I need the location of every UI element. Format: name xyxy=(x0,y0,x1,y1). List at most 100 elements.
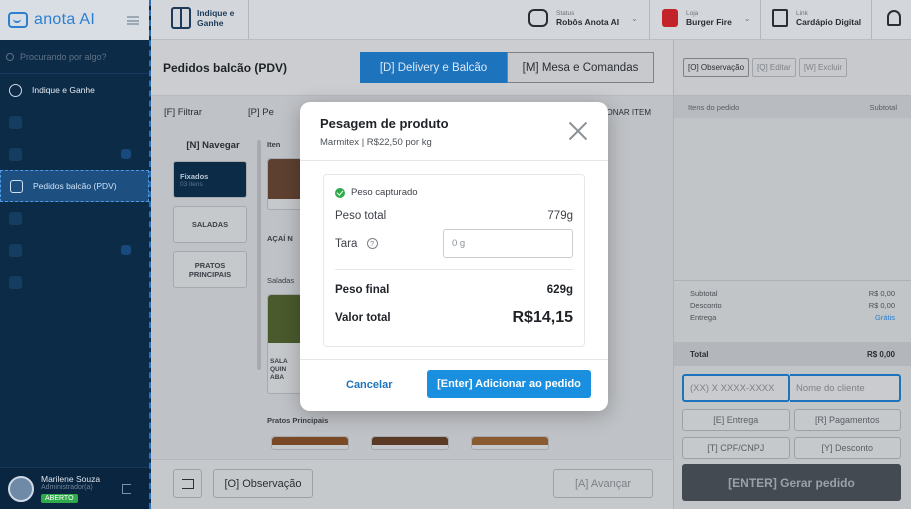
total-label: Total xyxy=(690,349,709,359)
product-image xyxy=(272,437,348,445)
items-label: Iten xyxy=(267,140,281,149)
line-value: R$ 0,00 xyxy=(868,289,895,298)
product-card[interactable] xyxy=(271,436,349,450)
digital-menu-link[interactable]: Link Cardápio Digital xyxy=(772,9,861,27)
table-icon xyxy=(9,211,22,225)
generate-order-button[interactable]: [ENTER] Gerar pedido xyxy=(682,464,901,501)
order-options: [E] Entrega [R] Pagamentos [T] CPF/CNPJ … xyxy=(682,409,901,459)
tara-input[interactable]: 0 g xyxy=(443,229,573,258)
modal-footer: Cancelar [Enter] Adicionar ao pedido xyxy=(300,359,608,411)
total-weight-row: Peso total 779g xyxy=(335,210,573,222)
observation-button[interactable]: [O] Observação xyxy=(213,469,313,498)
close-icon[interactable] xyxy=(568,121,588,141)
delete-action[interactable]: [W] Excluir xyxy=(798,58,848,77)
gift-icon xyxy=(171,7,191,29)
sidebar-item-5[interactable] xyxy=(0,234,149,266)
mode-tabs: [D] Delivery e Balcão [M] Mesa e Comanda… xyxy=(360,52,654,83)
sidebar-subitem-3[interactable] xyxy=(0,358,149,388)
divider xyxy=(248,0,249,39)
divider xyxy=(649,0,650,39)
product-image xyxy=(268,159,302,199)
user-role: Administrador(a) xyxy=(41,484,93,491)
divider xyxy=(335,269,573,270)
product-image xyxy=(372,437,448,445)
section-main-dishes: Pratos Principais xyxy=(267,416,329,425)
globe-icon xyxy=(9,83,22,97)
sidebar-search[interactable]: Procurando por algo? xyxy=(0,40,149,74)
product-card[interactable] xyxy=(471,436,549,450)
sidebar-item-refer[interactable]: Indique e Ganhe xyxy=(0,74,149,106)
tab-delivery[interactable]: [D] Delivery e Balcão xyxy=(360,52,507,83)
divider xyxy=(871,0,872,39)
tab-tables[interactable]: [M] Mesa e Comandas xyxy=(507,52,654,83)
sidebar-item-2[interactable] xyxy=(0,138,149,170)
line-label: Entrega xyxy=(690,313,717,322)
category-main-dishes[interactable]: PRATOS PRINCIPAIS xyxy=(173,251,247,288)
refer-button[interactable]: Indique e Ganhe xyxy=(171,7,237,29)
modal-subtitle: Marmitex | R$22,50 por kg xyxy=(320,137,432,148)
sidebar: anota AI Procurando por algo? Indique e … xyxy=(0,0,151,509)
chevron-down-icon: ⌄ xyxy=(743,13,751,23)
logout-icon[interactable] xyxy=(122,483,131,494)
store-selector[interactable]: Loja Burger Fire ⌄ xyxy=(662,9,751,27)
brand-header: anota AI xyxy=(0,0,149,40)
product-card[interactable] xyxy=(371,436,449,450)
collapse-menu-icon[interactable] xyxy=(127,15,139,25)
total-value-label: Valor total xyxy=(335,312,391,324)
edit-action[interactable]: [Q] Editar xyxy=(752,58,796,77)
order-actions: [O] Observação [Q] Editar [W] Excluir xyxy=(674,40,911,96)
delivery-button[interactable]: [E] Entrega xyxy=(682,409,790,431)
filter-button[interactable]: [F] Filtrar xyxy=(164,107,202,118)
category-fixed[interactable]: Fixados 03 itens xyxy=(173,161,247,198)
customer-name-input[interactable]: Nome do cliente xyxy=(790,374,901,402)
status-selector[interactable]: Status Robôs Anota AI ⌄ xyxy=(528,9,638,27)
avatar xyxy=(8,475,34,502)
navigate-label[interactable]: [N] Navegar xyxy=(179,140,247,151)
product-name: SALA QUIN ABA xyxy=(270,358,288,381)
modal-header: Pesagem de produto Marmitex | R$22,50 po… xyxy=(300,102,608,161)
add-item-button[interactable]: ONAR ITEM xyxy=(607,108,651,117)
bell-icon[interactable] xyxy=(887,10,901,26)
sidebar-item-1[interactable] xyxy=(0,106,149,138)
payments-button[interactable]: [R] Pagamentos xyxy=(793,409,901,431)
help-icon[interactable]: ? xyxy=(366,237,378,249)
line-value: R$ 0,00 xyxy=(868,301,895,310)
filter-second-button[interactable]: [P] Pe xyxy=(248,107,274,118)
discount-line: Desconto R$ 0,00 xyxy=(690,301,895,313)
items-header: Itens do pedido xyxy=(688,102,740,112)
total-value: R$ 0,00 xyxy=(866,349,895,359)
observation-action[interactable]: [O] Observação xyxy=(683,58,750,77)
menu-icon xyxy=(9,275,22,289)
category-salads[interactable]: SALADAS xyxy=(173,206,247,243)
add-to-order-button[interactable]: [Enter] Adicionar ao pedido xyxy=(427,370,591,398)
line-label: Desconto xyxy=(690,301,722,310)
total-value-row: Valor total R$14,15 xyxy=(335,309,573,327)
advance-button[interactable]: [A] Avançar xyxy=(553,469,653,498)
product-card[interactable] xyxy=(267,158,303,210)
cpf-button[interactable]: [T] CPF/CNPJ xyxy=(682,437,790,459)
sidebar-item-4[interactable] xyxy=(0,202,149,234)
sidebar-subitem-4[interactable] xyxy=(0,388,149,418)
user-profile: Marilene Souza Administrador(a) ABERTO xyxy=(0,467,149,509)
subtotal-line: Subtotal R$ 0,00 xyxy=(690,289,895,301)
sidebar-item-pdv[interactable]: Pedidos balcão (PDV) xyxy=(0,170,149,202)
sidebar-item-6[interactable] xyxy=(0,266,149,298)
phone-input[interactable]: (XX) X XXXX-XXXX xyxy=(682,374,790,402)
total-value-amount: R$14,15 xyxy=(512,309,574,326)
menu-book-icon xyxy=(772,9,788,27)
chevron-down-icon: ⌄ xyxy=(631,13,638,23)
product-card[interactable]: SALA QUIN ABA xyxy=(267,294,303,394)
sidebar-item-label: Pedidos balcão (PDV) xyxy=(33,181,117,191)
discount-button[interactable]: [Y] Desconto xyxy=(793,437,901,459)
orders-icon xyxy=(9,147,22,161)
product-image xyxy=(472,437,548,445)
status-badge: ABERTO xyxy=(41,494,78,503)
exit-button[interactable] xyxy=(173,469,202,498)
sidebar-subitem-2[interactable] xyxy=(0,328,149,358)
badge xyxy=(121,149,131,159)
cancel-button[interactable]: Cancelar xyxy=(346,379,392,391)
search-icon xyxy=(6,52,14,61)
sidebar-subitem-1[interactable] xyxy=(0,298,149,328)
page-title: Pedidos balcão (PDV) xyxy=(163,60,288,75)
anota-logo-icon xyxy=(8,12,28,28)
